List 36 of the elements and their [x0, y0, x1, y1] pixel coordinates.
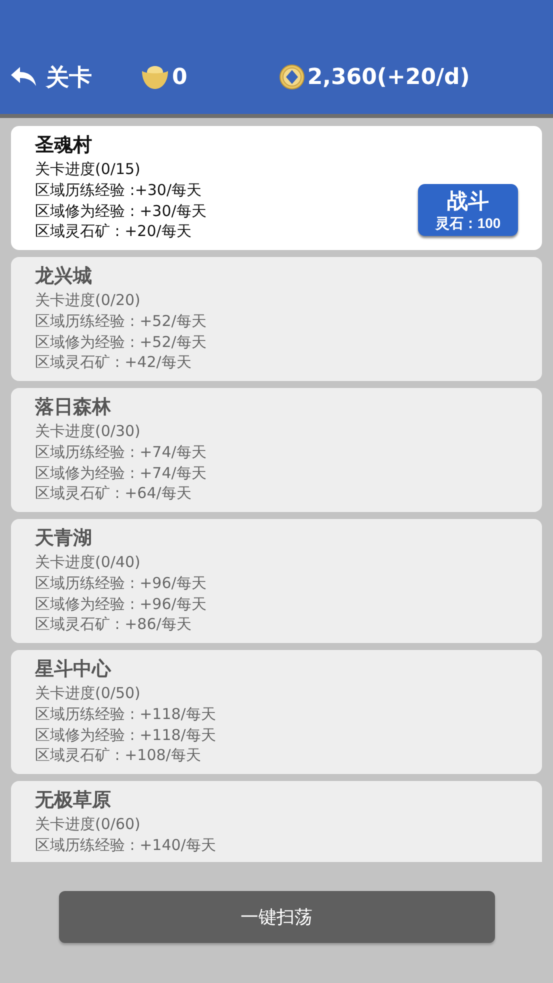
stage-progress: 关卡进度(0/40) — [35, 552, 142, 573]
stage-reward: 区域修为经验 : +96/每天 — [35, 594, 206, 614]
stage-reward: 区域历练经验 :+30/每天 — [35, 180, 203, 200]
stage-reward: 区域灵石矿 : +108/每天 — [35, 745, 202, 766]
stage-name: 龙兴城 — [35, 264, 93, 289]
ingot-icon — [140, 64, 170, 90]
stage-progress: 关卡进度(0/50) — [35, 683, 142, 704]
stage-reward: 区域历练经验 : +118/每天 — [35, 704, 216, 724]
stage-progress: 关卡进度(0/20) — [35, 290, 142, 311]
stage-reward: 区域灵石矿 : +64/每天 — [35, 483, 192, 504]
sweep-button[interactable]: 一键扫荡 — [58, 891, 494, 943]
stage-progress: 关卡进度(0/15) — [35, 159, 142, 180]
back-arrow-icon — [10, 66, 38, 88]
stage-name: 圣魂村 — [35, 133, 93, 158]
stage-reward: 区域历练经验 : +140/每天 — [35, 835, 216, 856]
stage-reward: 区域历练经验 : +96/每天 — [35, 573, 206, 594]
stage-reward: 区域历练经验 : +52/每天 — [35, 311, 206, 332]
stage-reward: 区域历练经验 : +74/每天 — [35, 442, 206, 462]
stage-name: 落日森林 — [35, 395, 112, 420]
coin-count: 2,360(+20/d) — [307, 64, 470, 90]
stage-reward: 区域修为经验 : +74/每天 — [35, 462, 206, 483]
stage-reward: 区域灵石矿 : +86/每天 — [35, 614, 192, 634]
stage-progress: 关卡进度(0/60) — [35, 814, 142, 835]
fight-button[interactable]: 战斗 灵石：100 — [418, 184, 518, 236]
coin-icon — [279, 64, 306, 90]
stage-reward: 区域灵石矿 : +20/每天 — [35, 221, 192, 242]
ingot-count: 0 — [172, 64, 188, 90]
stage-progress: 关卡进度(0/30) — [35, 421, 142, 442]
stage-reward: 区域修为经验 : +30/每天 — [35, 200, 206, 221]
stage-reward: 区域修为经验 : +52/每天 — [35, 332, 206, 352]
stage-reward: 区域修为经验 : +118/每天 — [35, 724, 216, 745]
stage-name: 星斗中心 — [35, 657, 112, 682]
back-button[interactable]: 关卡 — [0, 62, 92, 92]
stage-name: 天青湖 — [35, 526, 93, 551]
stage-name: 无极草原 — [35, 788, 112, 813]
stage-reward: 区域灵石矿 : +42/每天 — [35, 352, 192, 372]
